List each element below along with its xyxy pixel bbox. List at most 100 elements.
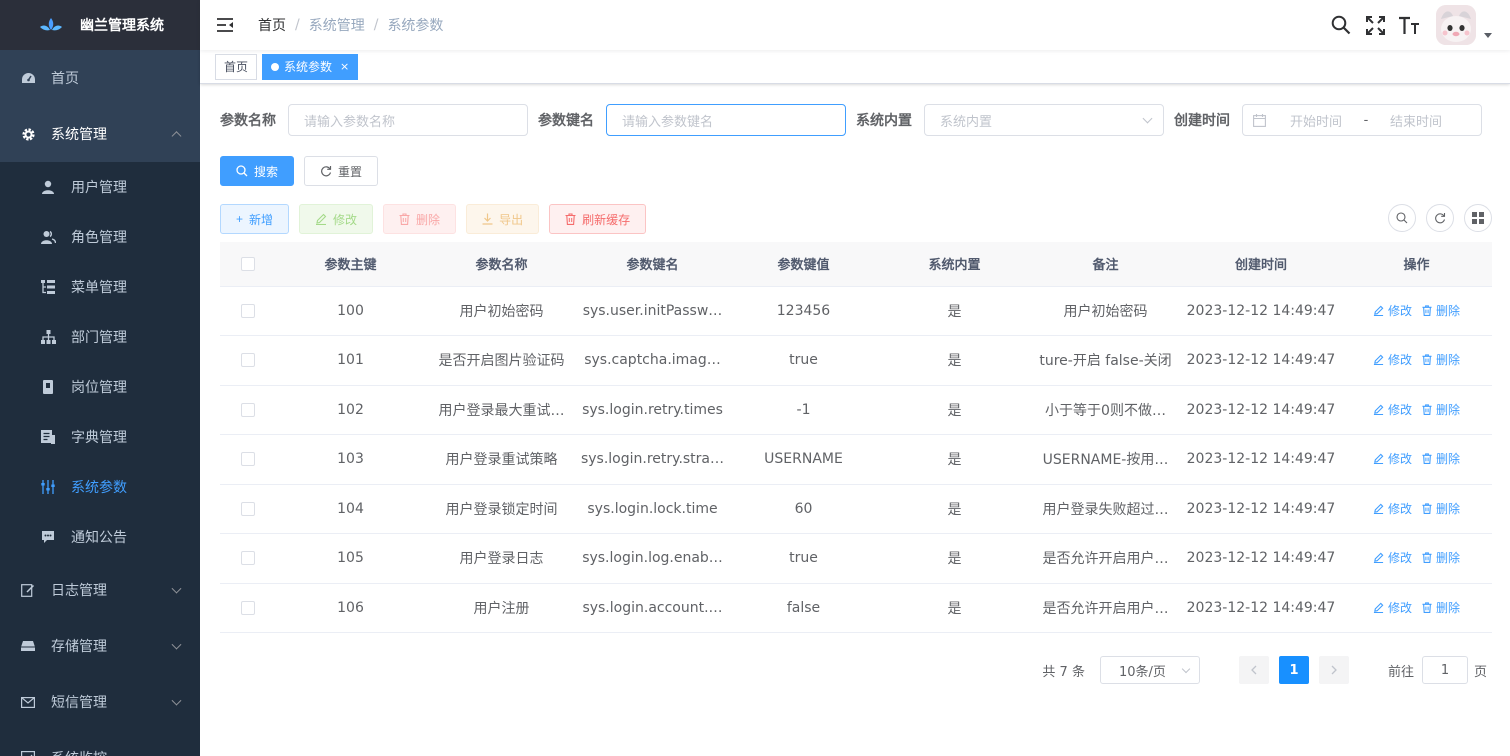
row-edit-button[interactable]: 修改 [1373, 450, 1412, 467]
row-edit-button[interactable]: 修改 [1373, 500, 1412, 517]
search-actions: 搜索 重置 [220, 156, 1492, 186]
sidebar-item-posts[interactable]: 岗位管理 [0, 362, 200, 412]
row-edit-button[interactable]: 修改 [1373, 302, 1412, 319]
breadcrumb-item[interactable]: 首页 [258, 15, 286, 35]
reset-button[interactable]: 重置 [304, 156, 379, 186]
row-delete-button[interactable]: 删除 [1422, 549, 1460, 566]
sidebar-item-config[interactable]: 系统参数 [0, 462, 200, 512]
range-separator: - [1363, 112, 1369, 128]
table-header: 备注 [1030, 242, 1181, 287]
trash-icon [1422, 453, 1432, 465]
fullscreen-icon[interactable] [1364, 14, 1386, 36]
row-delete-button[interactable]: 删除 [1422, 302, 1460, 319]
refresh-table-button[interactable] [1426, 204, 1454, 232]
end-date-placeholder[interactable]: 结束时间 [1376, 111, 1456, 130]
trash-icon [399, 213, 410, 225]
param-key-input[interactable]: 请输入参数键名 [606, 104, 846, 136]
date-range-picker[interactable]: 开始时间 - 结束时间 [1242, 104, 1482, 136]
refresh-cache-button-label: 刷新缓存 [582, 212, 631, 227]
sidebar-item-users[interactable]: 用户管理 [0, 162, 200, 212]
avatar[interactable] [1436, 5, 1476, 45]
row-edit-button[interactable]: 修改 [1373, 599, 1412, 616]
sidebar-item-notices[interactable]: 通知公告 [0, 512, 200, 562]
cell-actions: 修改 删除 [1341, 533, 1492, 584]
page-size-select[interactable]: 10条/页 [1099, 656, 1200, 684]
table-header-row: 参数主键 参数名称 参数键名 参数键值 系统内置 备注 创建时间 操作 [220, 242, 1492, 287]
delete-button[interactable]: 删除 [383, 204, 457, 234]
page-unit-label: 页 [1473, 664, 1487, 680]
goto-page-input[interactable]: 1 [1421, 656, 1468, 684]
row-delete-button[interactable]: 删除 [1422, 500, 1460, 517]
table-header: 系统内置 [879, 242, 1030, 287]
breadcrumb-item: 系统管理 [308, 18, 365, 34]
sidebar-item-storage[interactable]: 存储管理 [0, 618, 200, 674]
row-edit-button[interactable]: 修改 [1373, 549, 1412, 566]
param-key-placeholder: 请输入参数键名 [622, 114, 714, 130]
trash-icon [1422, 552, 1432, 564]
sidebar-item-home[interactable]: 首页 [0, 50, 200, 106]
sidebar-item-menus[interactable]: 菜单管理 [0, 262, 200, 312]
cell-key: sys.user.initPassw… [577, 286, 728, 336]
caret-down-icon[interactable] [1484, 32, 1492, 38]
tag-home[interactable]: 首页 [215, 53, 258, 80]
row-checkbox[interactable] [240, 551, 255, 566]
trash-icon [1422, 503, 1432, 514]
search-icon[interactable] [1330, 14, 1352, 36]
sidebar-item-label: 系统参数 [71, 480, 127, 496]
row-edit-button[interactable]: 修改 [1373, 351, 1412, 368]
row-checkbox[interactable] [240, 303, 255, 318]
sidebar-item-system[interactable]: 系统管理 [0, 106, 200, 162]
sidebar-item-depts[interactable]: 部门管理 [0, 312, 200, 362]
next-page-button[interactable] [1318, 656, 1349, 684]
hamburger-icon[interactable] [216, 16, 234, 34]
font-size-icon[interactable] [1398, 14, 1420, 36]
param-name-input[interactable]: 请输入参数名称 [288, 104, 528, 136]
export-button-label: 导出 [499, 212, 524, 227]
row-delete-button[interactable]: 删除 [1422, 401, 1460, 418]
row-delete-button[interactable]: 删除 [1422, 599, 1460, 616]
sidebar-item-roles[interactable]: 角色管理 [0, 212, 200, 262]
refresh-cache-button[interactable]: 刷新缓存 [549, 204, 647, 234]
cell-id: 102 [275, 385, 426, 435]
prev-page-button[interactable] [1238, 656, 1269, 684]
edit-icon [1373, 404, 1384, 415]
sidebar-item-logs[interactable]: 日志管理 [0, 562, 200, 618]
cell-remark: 是否允许开启用户… [1030, 583, 1181, 633]
sidebar-item-dicts[interactable]: 字典管理 [0, 412, 200, 462]
close-icon[interactable]: × [340, 55, 349, 79]
total-count: 共 7 条 [1042, 664, 1085, 680]
edit-button[interactable]: 修改 [299, 204, 374, 234]
export-button[interactable]: 导出 [466, 204, 540, 234]
search-button[interactable]: 搜索 [220, 156, 295, 186]
user-icon [40, 179, 56, 195]
row-select-cell [220, 385, 275, 435]
row-checkbox[interactable] [240, 452, 255, 467]
table-row: 101 是否开启图片验证码 sys.captcha.imag… true 是 ture-开… [220, 335, 1492, 386]
table-toolbar: + 新增 修改 删除 导出 刷新缓存 [220, 204, 1492, 234]
row-checkbox[interactable] [240, 353, 255, 368]
row-checkbox[interactable] [240, 600, 255, 615]
select-all-checkbox[interactable] [240, 256, 255, 271]
cell-time: 2023-12-12 14:49:47 [1181, 335, 1341, 386]
columns-button[interactable] [1464, 204, 1492, 232]
add-button[interactable]: + 新增 [220, 204, 290, 234]
page-number-button[interactable]: 1 [1278, 656, 1309, 684]
cell-id: 104 [275, 484, 426, 534]
cell-actions: 修改 删除 [1341, 335, 1492, 386]
logo[interactable]: 幽兰管理系统 [0, 0, 200, 50]
row-checkbox[interactable] [240, 402, 255, 417]
row-delete-button[interactable]: 删除 [1422, 450, 1460, 467]
start-date-placeholder[interactable]: 开始时间 [1276, 111, 1356, 130]
toggle-search-button[interactable] [1388, 204, 1416, 232]
tag-config[interactable]: 系统参数 × [262, 53, 359, 80]
sidebar-item-sms[interactable]: 短信管理 [0, 674, 200, 730]
cell-id: 103 [275, 434, 426, 485]
row-delete-button[interactable]: 删除 [1422, 351, 1460, 368]
delete-button-label: 删除 [416, 212, 441, 227]
row-checkbox[interactable] [240, 501, 255, 516]
chevron-down-icon [1142, 113, 1153, 124]
sidebar-item-monitor[interactable]: 系统监控 [0, 730, 200, 756]
builtin-select[interactable]: 系统内置 [924, 104, 1164, 136]
row-edit-button[interactable]: 修改 [1373, 401, 1412, 418]
table-header: 操作 [1341, 242, 1492, 287]
